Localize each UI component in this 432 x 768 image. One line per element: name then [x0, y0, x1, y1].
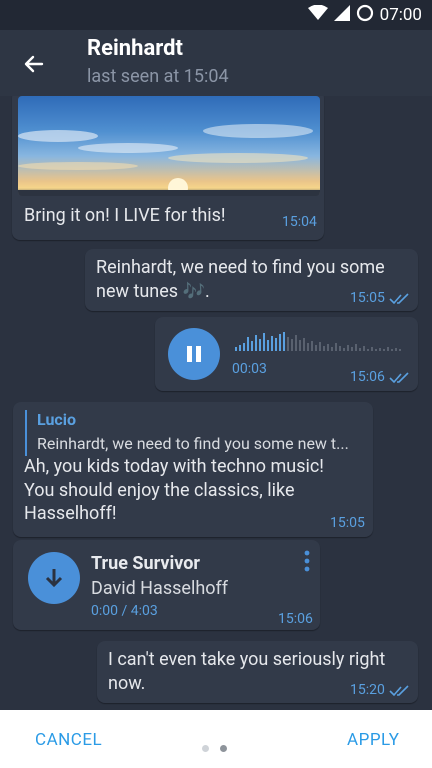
read-checkmarks-icon: [389, 372, 409, 384]
bottom-action-bar: CANCEL APPLY: [0, 710, 432, 768]
audio-progress: 0:00 / 4:03: [91, 603, 158, 619]
message-outgoing-voice[interactable]: 00:03 15:06: [155, 317, 418, 391]
message-text-line-2: You should enjoy the classics, like: [24, 480, 295, 501]
message-text: Bring it on! I LIVE for this!: [24, 205, 226, 226]
signal-icon: [333, 4, 350, 26]
message-time: 15:06: [278, 611, 313, 627]
download-button[interactable]: [28, 552, 80, 604]
message-incoming-photo[interactable]: Bring it on! I LIVE for this! 15:04: [12, 96, 324, 240]
back-button[interactable]: [18, 48, 50, 80]
message-photo[interactable]: [18, 96, 320, 196]
reply-author: Lucio: [37, 410, 77, 429]
voice-waveform[interactable]: [235, 331, 407, 353]
battery-icon: [356, 4, 374, 27]
audio-artist: David Hasselhoff: [91, 578, 229, 599]
message-time: 15:20: [350, 682, 385, 698]
message-outgoing-text[interactable]: Reinhardt, we need to find you some new …: [85, 249, 418, 311]
voice-duration: 00:03: [232, 361, 267, 377]
status-bar: 07:00: [0, 0, 432, 30]
message-text-line-1: I can't even take you seriously right: [108, 649, 386, 670]
message-time: 15:05: [350, 290, 385, 306]
more-options-icon[interactable]: [303, 550, 311, 572]
message-outgoing-text[interactable]: I can't even take you seriously right no…: [97, 641, 418, 703]
message-incoming-audio[interactable]: True Survivor David Hasselhoff 0:00 / 4:…: [13, 540, 320, 630]
message-time: 15:04: [282, 214, 317, 230]
wifi-icon: [307, 4, 328, 26]
reply-quote[interactable]: Lucio Reinhardt, we need to find you som…: [25, 410, 367, 456]
apply-button[interactable]: APPLY: [347, 730, 399, 750]
page-indicator-dot-1: [202, 745, 209, 752]
chat-messages[interactable]: Bring it on! I LIVE for this! 15:04 Rein…: [0, 96, 432, 710]
cancel-button[interactable]: CANCEL: [35, 730, 102, 750]
message-incoming-reply[interactable]: Lucio Reinhardt, we need to find you som…: [13, 402, 373, 537]
message-text-line-2: new tunes 🎶.: [96, 281, 210, 302]
page-indicator-dot-2: [220, 745, 227, 752]
download-arrow-icon: [45, 569, 63, 588]
message-text-line-3: Hasselhoff!: [24, 503, 117, 524]
read-checkmarks-icon: [389, 685, 409, 697]
pause-icon: [187, 346, 201, 362]
status-time: 07:00: [379, 5, 422, 25]
message-text-line-1: Reinhardt, we need to find you some: [96, 257, 385, 278]
contact-name[interactable]: Reinhardt: [87, 36, 183, 61]
back-arrow-icon: [24, 55, 44, 73]
chat-header: Reinhardt last seen at 15:04: [0, 30, 432, 96]
read-checkmarks-icon: [389, 293, 409, 305]
message-time: 15:06: [350, 369, 385, 385]
message-text-line-1: Ah, you kids today with techno music!: [24, 456, 324, 477]
message-text-line-2: now.: [108, 673, 146, 694]
audio-title: True Survivor: [91, 553, 200, 574]
reply-snippet: Reinhardt, we need to find you some new …: [37, 434, 349, 453]
pause-button[interactable]: [168, 328, 220, 380]
message-time: 15:05: [330, 515, 365, 531]
last-seen-status: last seen at 15:04: [87, 66, 229, 87]
